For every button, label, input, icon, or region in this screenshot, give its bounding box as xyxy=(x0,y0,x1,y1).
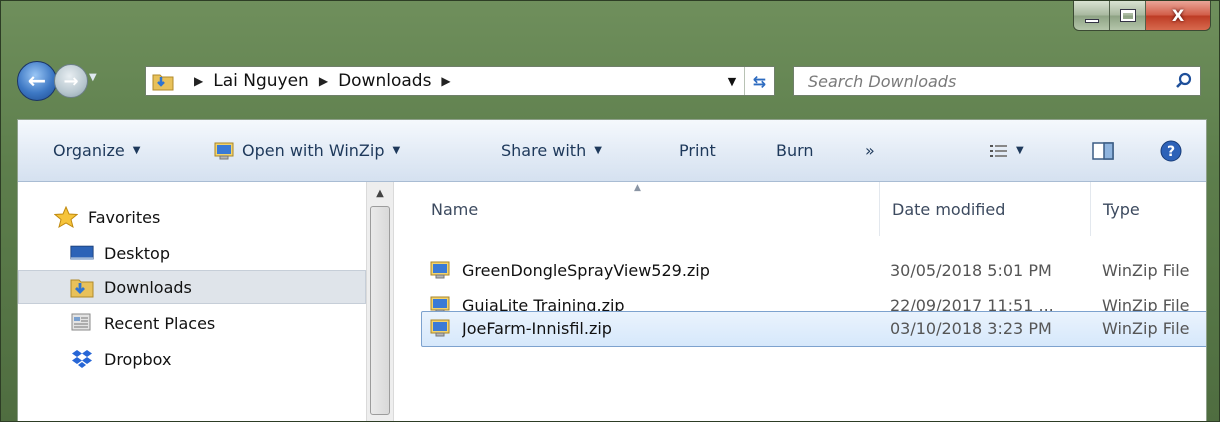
chevron-down-icon: ▼ xyxy=(392,145,401,156)
address-bar[interactable]: ▶ Lai Nguyen ▶ Downloads ▶ ▼ ⇆ xyxy=(145,66,775,96)
organize-label: Organize xyxy=(53,141,125,160)
downloads-folder-icon xyxy=(70,276,94,298)
file-name: JoeFarm-Innisfil.zip xyxy=(462,318,612,338)
change-view-button[interactable]: ▼ xyxy=(988,136,1026,166)
file-type: WinZip File xyxy=(1102,260,1190,280)
burn-label: Burn xyxy=(776,141,814,160)
recent-places-icon xyxy=(70,312,94,334)
star-icon xyxy=(54,206,78,228)
preview-pane-icon xyxy=(1092,141,1114,160)
breadcrumb-separator[interactable]: ▶ xyxy=(319,74,328,88)
more-icon: » xyxy=(865,141,875,160)
burn-button[interactable]: Burn xyxy=(774,136,816,166)
refresh-icon: ⇆ xyxy=(752,71,767,91)
file-date: 03/10/2018 3:23 PM xyxy=(890,318,1052,338)
file-row-selected[interactable]: JoeFarm-Innisfil.zip 03/10/2018 3:23 PM … xyxy=(421,311,1206,347)
column-type-label: Type xyxy=(1103,199,1140,219)
sidebar-item-recent-places[interactable]: Recent Places xyxy=(18,306,366,340)
chevron-down-icon: ▼ xyxy=(727,74,737,88)
minimize-button[interactable] xyxy=(1074,1,1110,30)
search-placeholder: Search Downloads xyxy=(808,71,957,91)
open-with-label: Open with WinZip xyxy=(242,141,385,160)
sidebar-item-label: Desktop xyxy=(104,243,170,263)
sidebar-item-label: Downloads xyxy=(104,277,192,297)
chevron-down-icon: ▼ xyxy=(594,145,602,156)
sidebar-item-downloads[interactable]: Downloads xyxy=(18,270,366,304)
chevron-down-icon: ▼ xyxy=(89,72,97,83)
file-name: GreenDongleSprayView529.zip xyxy=(462,260,710,280)
share-with-button[interactable]: Share with ▼ xyxy=(499,136,604,166)
column-date-modified[interactable]: Date modified xyxy=(881,182,1091,236)
command-bar: Organize ▼ Open with WinZip ▼ Share with… xyxy=(18,120,1206,182)
close-icon: X xyxy=(1171,6,1185,25)
help-icon: ? xyxy=(1160,140,1182,161)
back-arrow-icon: ← xyxy=(27,68,47,94)
minimize-icon xyxy=(1084,18,1099,23)
maximize-icon xyxy=(1119,9,1136,22)
column-date-label: Date modified xyxy=(892,199,1006,219)
file-date: 30/05/2018 5:01 PM xyxy=(890,260,1052,280)
view-details-icon xyxy=(990,144,1007,157)
open-with-winzip-button[interactable]: Open with WinZip ▼ xyxy=(212,136,402,166)
scroll-up-button[interactable]: ▲ xyxy=(367,182,393,204)
file-type: WinZip File xyxy=(1102,318,1190,338)
navigation-pane: Favorites Desktop Downloads Recent Place… xyxy=(18,182,366,421)
winzip-file-icon xyxy=(430,312,452,344)
winzip-icon xyxy=(214,142,234,159)
chevron-up-icon: ▲ xyxy=(376,187,384,199)
breadcrumb-separator[interactable]: ▶ xyxy=(194,74,203,88)
winzip-file-icon xyxy=(430,254,452,286)
search-input[interactable]: Search Downloads xyxy=(793,66,1201,96)
column-header: Name ▲ Date modified Type xyxy=(396,182,1206,236)
back-button[interactable]: ← xyxy=(17,61,57,101)
search-icon[interactable] xyxy=(1174,71,1194,91)
window-body: Organize ▼ Open with WinZip ▼ Share with… xyxy=(17,119,1207,421)
column-name-label: Name xyxy=(431,199,479,219)
downloads-folder-icon xyxy=(152,71,174,91)
breadcrumb-separator[interactable]: ▶ xyxy=(441,74,450,88)
breadcrumb-downloads[interactable]: Downloads xyxy=(338,71,431,91)
share-with-label: Share with xyxy=(501,141,587,160)
caption-buttons: X xyxy=(1073,1,1211,31)
chevron-down-icon: ▼ xyxy=(132,145,141,156)
sidebar-item-label: Recent Places xyxy=(104,313,216,333)
dropbox-icon xyxy=(70,348,94,370)
refresh-button[interactable]: ⇆ xyxy=(744,67,774,95)
print-button[interactable]: Print xyxy=(677,136,718,166)
recent-pages-button[interactable]: ▼ xyxy=(89,72,103,90)
forward-arrow-icon: → xyxy=(63,70,79,92)
explorer-window: X ← → ▼ ▶ Lai Nguyen ▶ Downloads ▶ ▼ ⇆ S… xyxy=(0,0,1220,422)
address-dropdown-button[interactable]: ▼ xyxy=(720,67,744,95)
sort-ascending-icon: ▲ xyxy=(634,183,641,193)
print-label: Print xyxy=(679,141,716,160)
scroll-thumb[interactable] xyxy=(370,206,390,415)
close-button[interactable]: X xyxy=(1146,1,1210,30)
column-type[interactable]: Type xyxy=(1092,182,1206,236)
help-button[interactable]: ? xyxy=(1158,136,1184,166)
sidebar-item-desktop[interactable]: Desktop xyxy=(18,236,366,270)
file-list: Name ▲ Date modified Type GreenDongleSpr… xyxy=(396,182,1206,421)
preview-pane-button[interactable] xyxy=(1090,136,1116,166)
file-row[interactable]: GreenDongleSprayView529.zip 30/05/2018 5… xyxy=(422,254,1206,288)
content-area: Favorites Desktop Downloads Recent Place… xyxy=(18,182,1206,421)
sidebar-item-favorites[interactable]: Favorites xyxy=(18,200,366,234)
sidebar-item-dropbox[interactable]: Dropbox xyxy=(18,342,366,376)
breadcrumb-lai-nguyen[interactable]: Lai Nguyen xyxy=(213,71,309,91)
forward-button[interactable]: → xyxy=(54,64,88,98)
maximize-button[interactable] xyxy=(1110,1,1146,30)
chevron-down-icon: ▼ xyxy=(1016,145,1024,156)
sidebar-item-label: Dropbox xyxy=(104,349,172,369)
svg-text:?: ? xyxy=(1167,144,1175,160)
column-name[interactable]: Name ▲ xyxy=(420,182,880,236)
organize-button[interactable]: Organize ▼ xyxy=(51,136,142,166)
navigation-bar: ← → ▼ ▶ Lai Nguyen ▶ Downloads ▶ ▼ ⇆ Sea… xyxy=(17,61,1201,101)
sidebar-item-label: Favorites xyxy=(88,207,161,227)
more-commands-button[interactable]: » xyxy=(863,136,877,166)
desktop-icon xyxy=(70,242,94,264)
navigation-pane-scrollbar[interactable]: ▲ xyxy=(366,182,394,421)
